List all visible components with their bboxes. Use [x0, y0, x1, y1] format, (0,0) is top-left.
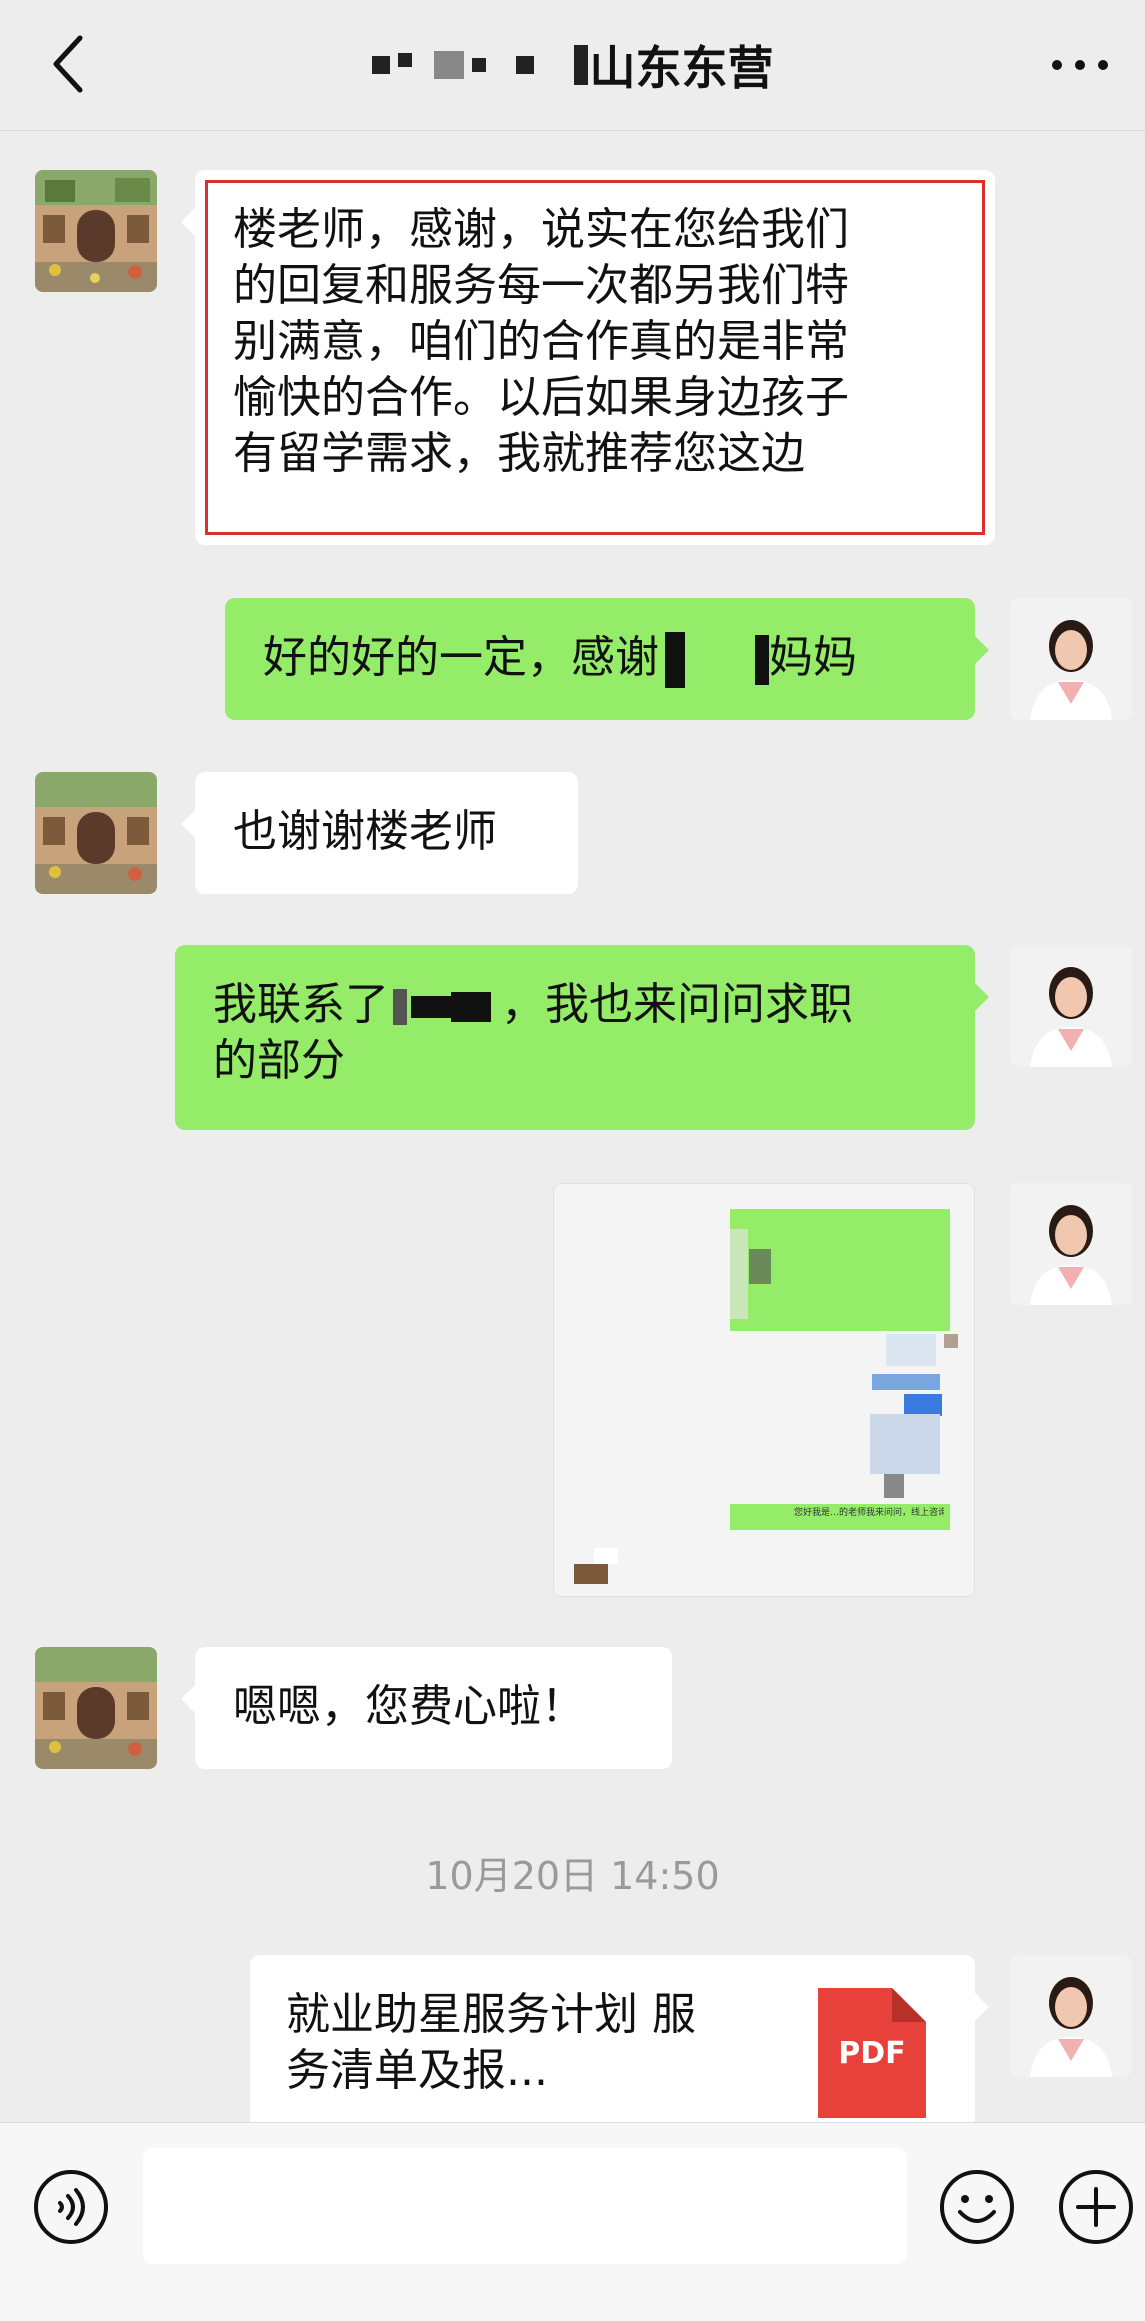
- redaction-mark: [755, 635, 769, 685]
- pdf-file-icon: PDF: [818, 1988, 926, 2118]
- avatar-self[interactable]: [1010, 945, 1132, 1067]
- message-bubble-sent[interactable]: 好的好的一定，感谢 妈妈: [225, 598, 989, 720]
- avatar-self[interactable]: [1010, 598, 1132, 720]
- message-bubble-received[interactable]: 嗯嗯，您费心啦！: [181, 1647, 672, 1769]
- voice-icon[interactable]: [32, 2168, 110, 2246]
- ellipsis-icon[interactable]: [1045, 40, 1115, 90]
- avatar-self[interactable]: [1010, 1183, 1132, 1305]
- message-input[interactable]: [143, 2148, 907, 2264]
- avatar-self[interactable]: [1010, 1955, 1132, 2077]
- message-text: 也谢谢楼老师: [233, 806, 497, 857]
- message-text-part: ，我也来问问求职: [501, 979, 853, 1030]
- message-text: 楼老师，感谢，说实在您给我们 的回复和服务每一次都另我们特 别满意，咱们的合作真…: [233, 202, 973, 482]
- redaction-mark: [471, 58, 486, 72]
- avatar-contact[interactable]: [35, 772, 157, 894]
- redaction-mark: [451, 992, 491, 1022]
- smile-icon[interactable]: [938, 2168, 1016, 2246]
- message-line: 有留学需求，我就推荐您这边: [233, 428, 805, 479]
- file-title-line: 就业助星服务计划 服: [286, 1989, 696, 2040]
- redaction-mark: [433, 51, 464, 79]
- chat-title-text: 山东东营: [589, 41, 774, 95]
- redaction-mark: [665, 632, 685, 688]
- message-bubble-received[interactable]: 也谢谢楼老师: [181, 772, 578, 894]
- message-text: 好的好的一定，感谢 妈妈: [263, 630, 857, 688]
- redaction-mark: [411, 996, 451, 1018]
- message-text-part: 好的好的一定，感谢: [263, 632, 659, 683]
- message-text-part: 我联系了: [213, 979, 389, 1030]
- message-line: 别满意，咱们的合作真的是非常: [233, 316, 849, 367]
- image-caption: 您好我是…的老师我来问问，线上咨询可以: [794, 1508, 944, 1518]
- file-title: 就业助星服务计划 服 务清单及报...: [286, 1987, 696, 2099]
- redaction-mark: [515, 56, 534, 74]
- redaction-mark: [393, 989, 407, 1025]
- file-title-line: 务清单及报...: [286, 2045, 548, 2096]
- pdf-badge-label: PDF: [838, 2036, 906, 2071]
- avatar-contact[interactable]: [35, 170, 157, 292]
- message-text-part: 妈妈: [769, 632, 857, 683]
- message-line: 楼老师，感谢，说实在您给我们: [233, 204, 849, 255]
- message-line: 的回复和服务每一次都另我们特: [233, 260, 849, 311]
- redaction-mark: [573, 45, 588, 85]
- image-message[interactable]: 您好我是…的老师我来问问，线上咨询可以: [553, 1183, 975, 1597]
- message-bubble-received[interactable]: 楼老师，感谢，说实在您给我们 的回复和服务每一次都另我们特 别满意，咱们的合作真…: [181, 170, 995, 545]
- timestamp: 10月20日 14:50: [425, 1854, 720, 1898]
- message-text-part: 的部分: [213, 1035, 345, 1086]
- message-bubble-sent[interactable]: 我联系了 ，我也来问问求职 的部分: [175, 945, 989, 1130]
- plus-icon[interactable]: [1057, 2168, 1135, 2246]
- chat-title: 山东东营: [250, 30, 895, 100]
- message-text: 嗯嗯，您费心啦！: [233, 1681, 585, 1732]
- message-line: 愉快的合作。以后如果身边孩子: [233, 372, 849, 423]
- avatar-contact[interactable]: [35, 1647, 157, 1769]
- message-text: 我联系了 ，我也来问问求职 的部分: [213, 977, 853, 1089]
- redaction-mark: [397, 53, 412, 67]
- redaction-mark: [371, 56, 390, 74]
- chevron-left-icon[interactable]: [40, 30, 110, 100]
